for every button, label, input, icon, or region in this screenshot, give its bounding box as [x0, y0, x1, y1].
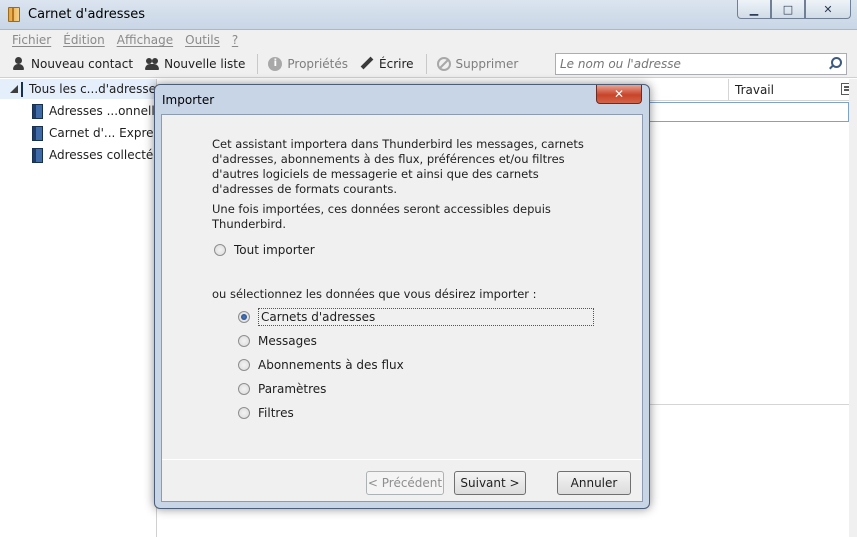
search-input[interactable] — [556, 54, 816, 74]
radio-button[interactable] — [238, 359, 250, 371]
previous-button[interactable]: < Précédent — [366, 471, 444, 495]
maximize-button[interactable]: □ — [771, 0, 805, 19]
tree-item-personal-addresses[interactable]: Adresses ...onnelles — [32, 101, 168, 121]
delete-icon — [436, 56, 451, 71]
info-icon: i — [268, 56, 283, 71]
radio-filters-label: Filtres — [258, 406, 294, 420]
radio-feed-subscriptions[interactable]: Abonnements à des flux — [238, 358, 404, 372]
delete-label: Supprimer — [455, 56, 519, 71]
tree-item-label: Adresses ...onnelles — [49, 104, 169, 118]
radio-button[interactable] — [214, 244, 226, 256]
search-icon[interactable] — [828, 57, 842, 69]
import-description-2: Une fois importées, ces données seront a… — [212, 202, 551, 231]
new-contact-button[interactable]: Nouveau contact — [12, 56, 134, 71]
cancel-button[interactable]: Annuler — [557, 471, 631, 495]
address-book-icon — [21, 81, 23, 97]
expander-icon[interactable] — [10, 85, 18, 93]
dialog-close-button[interactable]: ✕ — [596, 85, 642, 104]
dialog-body: Cet assistant importera dans Thunderbird… — [161, 114, 643, 502]
toolbar-separator — [425, 53, 427, 74]
next-button[interactable]: Suivant > — [454, 471, 526, 495]
address-book-app-icon — [8, 7, 20, 22]
tree-item-label: Adresses collectées — [49, 148, 167, 162]
tree-item-label: Tous les c...d'adresses — [29, 82, 163, 96]
menu-edition[interactable]: Édition — [63, 33, 105, 47]
pen-icon — [360, 57, 374, 71]
scrollbar[interactable] — [849, 79, 857, 537]
radio-button[interactable] — [238, 335, 250, 347]
new-contact-label: Nouveau contact — [31, 56, 134, 71]
import-description: Cet assistant importera dans Thunderbird… — [212, 137, 584, 196]
radio-messages-label: Messages — [258, 334, 317, 348]
address-book-tree: Tous les c...d'adresses Adresses ...onne… — [0, 79, 168, 537]
select-prompt: ou sélectionnez les données que vous dés… — [212, 287, 537, 301]
new-list-button[interactable]: Nouvelle liste — [145, 57, 245, 71]
radio-import-all-label: Tout importer — [234, 243, 315, 257]
tree-item-collected-addresses[interactable]: Adresses collectées — [32, 145, 167, 165]
person-icon — [12, 56, 26, 71]
delete-button[interactable]: Supprimer — [436, 56, 519, 71]
menu-outils[interactable]: Outils — [185, 33, 220, 47]
properties-label: Propriétés — [287, 56, 349, 71]
tree-item-outlook-express[interactable]: Carnet d'... Express — [32, 123, 166, 143]
tree-item-all-address-books[interactable]: Tous les c...d'adresses — [0, 79, 162, 99]
window-title: Carnet d'adresses — [28, 7, 146, 22]
close-window-button[interactable]: ✕ — [805, 0, 851, 19]
column-header-work[interactable]: Travail — [728, 79, 833, 101]
tree-item-label: Carnet d'... Express — [49, 126, 166, 140]
radio-button[interactable] — [238, 407, 250, 419]
window-titlebar: Carnet d'adresses ▁ □ ✕ — [0, 0, 857, 30]
write-button[interactable]: Écrire — [360, 57, 414, 71]
minimize-button[interactable]: ▁ — [737, 0, 771, 19]
radio-address-books[interactable]: Carnets d'adresses — [238, 308, 594, 326]
write-label: Écrire — [379, 56, 414, 71]
radio-feed-subscriptions-label: Abonnements à des flux — [258, 358, 404, 372]
import-dialog: Importer ✕ Cet assistant importera dans … — [154, 84, 650, 509]
radio-filters[interactable]: Filtres — [238, 406, 294, 420]
radio-settings-label: Paramètres — [258, 382, 327, 396]
people-icon — [145, 57, 160, 71]
toolbar-separator — [257, 53, 259, 74]
menu-fichier[interactable]: Fichier — [12, 33, 51, 47]
radio-settings[interactable]: Paramètres — [238, 382, 326, 396]
radio-button-checked[interactable] — [238, 311, 250, 323]
new-list-label: Nouvelle liste — [164, 56, 246, 71]
dialog-footer-divider — [162, 459, 642, 460]
dialog-title: Importer — [162, 93, 215, 107]
radio-address-books-label: Carnets d'adresses — [258, 308, 594, 326]
window-controls: ▁ □ ✕ — [737, 0, 851, 19]
menu-affichage[interactable]: Affichage — [117, 33, 173, 47]
address-book-icon — [32, 147, 43, 163]
radio-messages[interactable]: Messages — [238, 334, 317, 348]
address-book-icon — [32, 103, 43, 119]
radio-button[interactable] — [238, 383, 250, 395]
menu-bar: Fichier Édition Affichage Outils ? — [0, 30, 857, 50]
menu-help[interactable]: ? — [232, 33, 238, 47]
address-book-icon — [32, 125, 43, 141]
properties-button[interactable]: i Propriétés — [268, 56, 349, 71]
search-box — [555, 53, 847, 75]
radio-import-all[interactable]: Tout importer — [214, 243, 315, 257]
